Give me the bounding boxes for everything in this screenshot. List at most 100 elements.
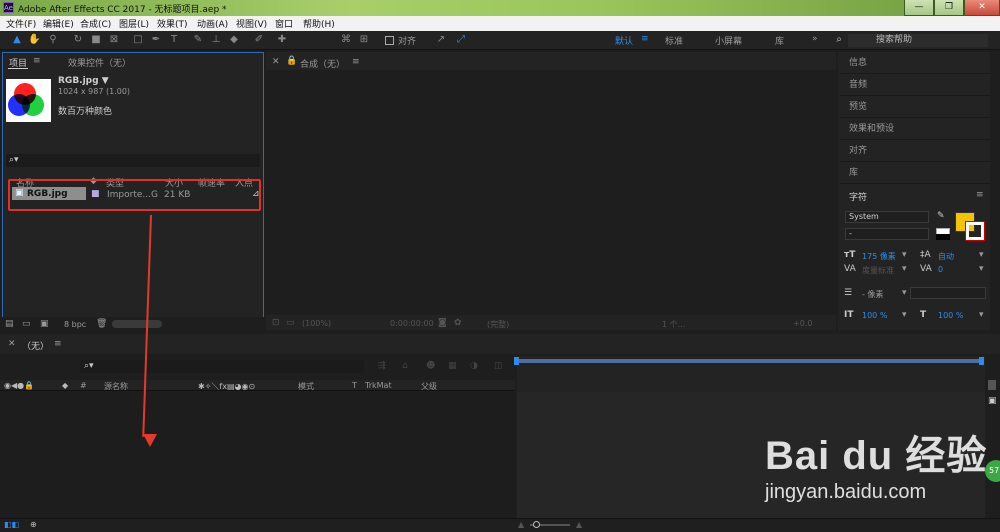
camera-tool-icon[interactable]: ■ — [90, 34, 102, 46]
stroke-swatch-black[interactable] — [936, 234, 950, 240]
horizontal-scale-value[interactable]: 100 % — [938, 311, 963, 320]
zoom-tool-icon[interactable]: ⚲ — [47, 34, 59, 46]
timeline-zoom-handle[interactable] — [533, 521, 540, 528]
minimize-button[interactable]: — — [904, 0, 934, 16]
source-name-column[interactable]: 源名称 — [104, 381, 128, 392]
work-area-start-handle[interactable] — [514, 357, 519, 365]
font-style-dropdown[interactable]: - — [845, 228, 929, 240]
lock-icon[interactable]: 🔒 — [286, 56, 297, 66]
panel-effects-presets[interactable]: 效果和预设 — [840, 118, 990, 140]
color-channel-icon[interactable]: ✿ — [454, 318, 462, 328]
roto-brush-tool-icon[interactable]: ✐ — [253, 34, 265, 46]
timeline-menu-icon[interactable]: ≡ — [54, 339, 62, 349]
vertical-scale-dropdown-icon[interactable]: ▾ — [902, 310, 907, 320]
menu-file[interactable]: 文件(F) — [6, 17, 36, 30]
timeline-tab[interactable]: （无） — [22, 339, 49, 352]
exposure-value[interactable]: +0.0 — [793, 319, 812, 328]
zoom-in-icon[interactable]: ▲ — [576, 520, 582, 529]
menu-window[interactable]: 窗口 — [275, 17, 293, 30]
selected-file-name[interactable]: RGB.jpg ▼ — [58, 76, 109, 86]
stroke-width-value[interactable]: - 像素 — [862, 289, 883, 300]
selection-tool-icon[interactable]: ▲ — [11, 34, 23, 46]
timeline-expand-icon[interactable]: ▣ — [988, 396, 997, 406]
render-time-toggle-icon[interactable]: ⊕ — [30, 520, 37, 529]
zoom-out-icon[interactable]: ▲ — [518, 520, 524, 529]
panel-libraries[interactable]: 库 — [840, 162, 990, 184]
leading-value[interactable]: 自动 — [938, 251, 954, 262]
trash-icon[interactable]: 🗑 — [96, 319, 107, 329]
rectangle-tool-icon[interactable]: □ — [132, 34, 144, 46]
panel-audio[interactable]: 音频 — [840, 74, 990, 96]
pen-tool-icon[interactable]: ✒ — [150, 34, 162, 46]
work-area-end-handle[interactable] — [979, 357, 984, 365]
help-search-input[interactable]: 搜索帮助 — [848, 34, 988, 47]
character-menu-icon[interactable]: ≡ — [976, 190, 984, 200]
shy-layers-icon[interactable]: ☻ — [426, 361, 435, 371]
menu-view[interactable]: 视图(V) — [236, 17, 267, 30]
character-panel-title[interactable]: 字符 — [849, 190, 867, 203]
project-search-input[interactable] — [6, 154, 260, 167]
workspace-more[interactable]: » — [812, 34, 818, 44]
type-tool-icon[interactable]: T — [168, 34, 180, 46]
workspace-small-screen[interactable]: 小屏幕 — [715, 34, 742, 47]
tracking-dropdown-icon[interactable]: ▾ — [979, 264, 984, 274]
restore-button[interactable]: ❐ — [934, 0, 964, 16]
layer-outline[interactable] — [0, 392, 515, 518]
new-composition-icon[interactable]: ▣ — [40, 319, 49, 329]
panel-info[interactable]: 信息 — [840, 52, 990, 74]
horizontal-scale-dropdown-icon[interactable]: ▾ — [979, 310, 984, 320]
work-area-bar[interactable] — [517, 359, 982, 363]
leading-dropdown-icon[interactable]: ▾ — [979, 250, 984, 260]
align-checkbox[interactable] — [385, 36, 394, 45]
panel-preview[interactable]: 预览 — [840, 96, 990, 118]
stroke-style-dropdown[interactable] — [910, 287, 986, 299]
kerning-value[interactable]: 度量标准 — [862, 265, 894, 276]
world-axis-icon[interactable]: ⊞ — [358, 34, 370, 46]
side-badge[interactable]: 57 — [985, 460, 1000, 482]
new-folder-icon[interactable]: ▭ — [22, 319, 31, 329]
clone-stamp-tool-icon[interactable]: ⊥ — [210, 34, 222, 46]
font-family-dropdown[interactable]: System — [845, 211, 929, 223]
rotate-tool-icon[interactable]: ↻ — [72, 34, 84, 46]
panel-menu-icon[interactable]: ≡ — [33, 56, 41, 66]
timeline-zoom-slider[interactable] — [988, 380, 996, 390]
stroke-color-swatch[interactable] — [965, 221, 985, 241]
stroke-width-dropdown-icon[interactable]: ▾ — [902, 288, 907, 298]
resolution-dropdown[interactable]: (完整) — [487, 319, 509, 330]
pan-behind-tool-icon[interactable]: ⊠ — [108, 34, 120, 46]
close-tab-icon[interactable]: ✕ — [272, 57, 280, 67]
brush-tool-icon[interactable]: ✎ — [192, 34, 204, 46]
project-horizontal-scrollbar[interactable] — [112, 320, 162, 328]
composition-viewer[interactable] — [266, 70, 836, 315]
vertical-scale-value[interactable]: 100 % — [862, 311, 887, 320]
tab-composition[interactable]: 合成（无） — [300, 57, 345, 70]
font-size-value[interactable]: 175 像素 — [862, 251, 896, 262]
local-axis-icon[interactable]: ⌘ — [340, 34, 352, 46]
motion-blur-icon[interactable]: ◑ — [470, 361, 478, 371]
menu-layer[interactable]: 图层(L) — [119, 17, 149, 30]
bit-depth-label[interactable]: 8 bpc — [64, 320, 86, 329]
always-preview-icon[interactable]: ⊡ — [272, 318, 280, 328]
current-time[interactable]: 0:00:00:00 — [390, 319, 434, 328]
timeline-search-input[interactable] — [80, 360, 364, 373]
menu-edit[interactable]: 编辑(E) — [43, 17, 74, 30]
workspace-library[interactable]: 库 — [775, 34, 784, 47]
kerning-dropdown-icon[interactable]: ▾ — [902, 264, 907, 274]
puppet-tool-icon[interactable]: ✚ — [276, 34, 288, 46]
menu-effect[interactable]: 效果(T) — [157, 17, 188, 30]
layer-switches-toggle-icon[interactable]: ◧◧ — [4, 520, 19, 529]
views-dropdown[interactable]: 1 个... — [662, 319, 685, 330]
workspace-default[interactable]: 默认 — [615, 34, 633, 47]
tracking-value[interactable]: 0 — [938, 265, 943, 274]
monitor-icon[interactable]: ▭ — [286, 318, 295, 328]
interpret-footage-icon[interactable]: ▤ — [5, 319, 14, 329]
menu-composition[interactable]: 合成(C) — [80, 17, 111, 30]
panel-align[interactable]: 对齐 — [840, 140, 990, 162]
panel-menu-icon[interactable]: ≡ — [352, 57, 360, 67]
frame-blending-icon[interactable]: ▦ — [448, 361, 457, 371]
comp-mini-flowchart-icon[interactable]: ⇶ — [378, 361, 386, 371]
menu-help[interactable]: 帮助(H) — [303, 17, 335, 30]
draft-3d-icon[interactable]: ⌂ — [402, 361, 408, 371]
eraser-tool-icon[interactable]: ◆ — [228, 34, 240, 46]
graph-editor-icon[interactable]: ◫ — [494, 361, 503, 371]
